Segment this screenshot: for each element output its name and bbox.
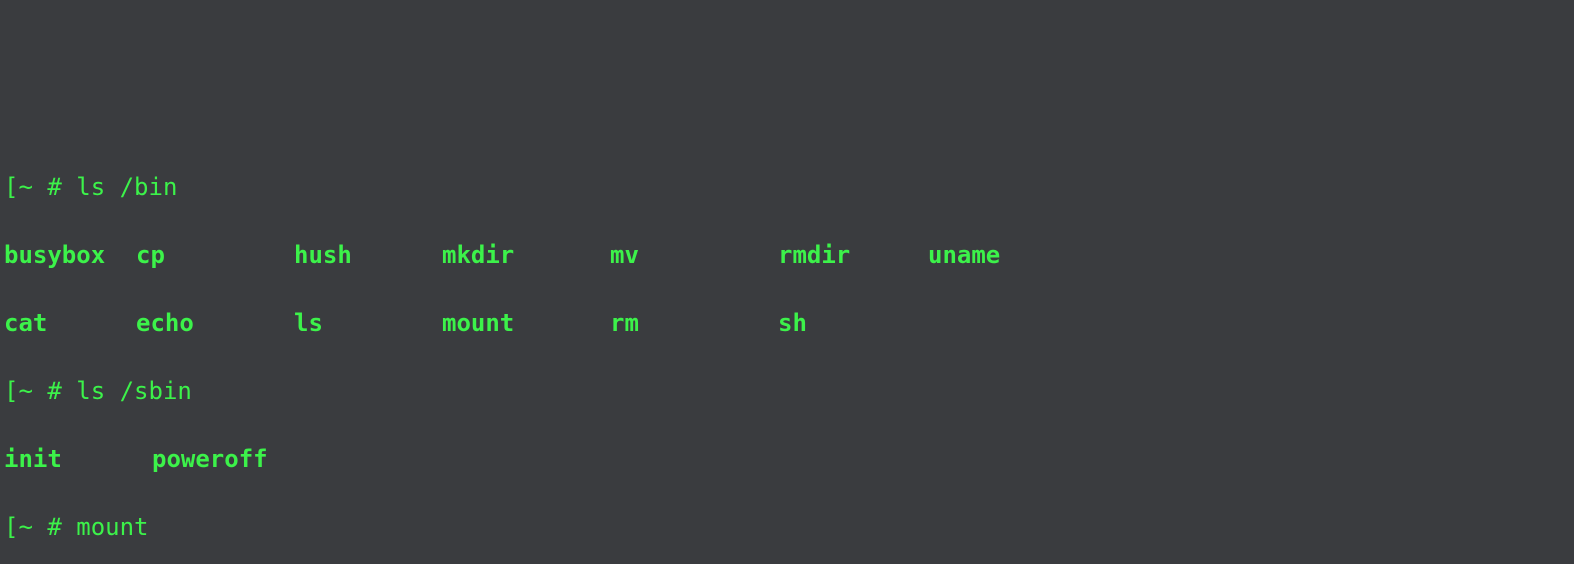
ls-sbin-row: initpoweroff <box>4 442 1570 476</box>
ls-item: cat <box>4 306 136 340</box>
ls-item: rm <box>610 306 778 340</box>
ls-item: rmdir <box>778 238 928 272</box>
prompt-text: ~ # mount <box>18 513 148 541</box>
prompt-text: ~ # ls /bin <box>18 173 177 201</box>
ls-item: hush <box>294 238 442 272</box>
prompt-line: [~ # mount <box>4 510 1570 544</box>
ls-item: mount <box>442 306 610 340</box>
bracket-icon: [ <box>4 377 18 405</box>
prompt-text: ~ # ls /sbin <box>18 377 191 405</box>
ls-item: poweroff <box>152 442 268 476</box>
ls-item: sh <box>778 306 928 340</box>
ls-item: cp <box>136 238 294 272</box>
ls-item: echo <box>136 306 294 340</box>
ls-bin-row: catecholsmountrmsh <box>4 306 1570 340</box>
bracket-icon: [ <box>4 173 18 201</box>
ls-item: uname <box>928 238 1078 272</box>
ls-item: busybox <box>4 238 136 272</box>
bracket-icon: [ <box>4 513 18 541</box>
ls-item: mv <box>610 238 778 272</box>
prompt-line: [~ # ls /sbin <box>4 374 1570 408</box>
ls-item: mkdir <box>442 238 610 272</box>
terminal[interactable]: [~ # ls /bin busyboxcphushmkdirmvrmdirun… <box>0 136 1574 564</box>
ls-bin-row: busyboxcphushmkdirmvrmdiruname <box>4 238 1570 272</box>
prompt-line: [~ # ls /bin <box>4 170 1570 204</box>
ls-item: init <box>4 442 152 476</box>
ls-item: ls <box>294 306 442 340</box>
